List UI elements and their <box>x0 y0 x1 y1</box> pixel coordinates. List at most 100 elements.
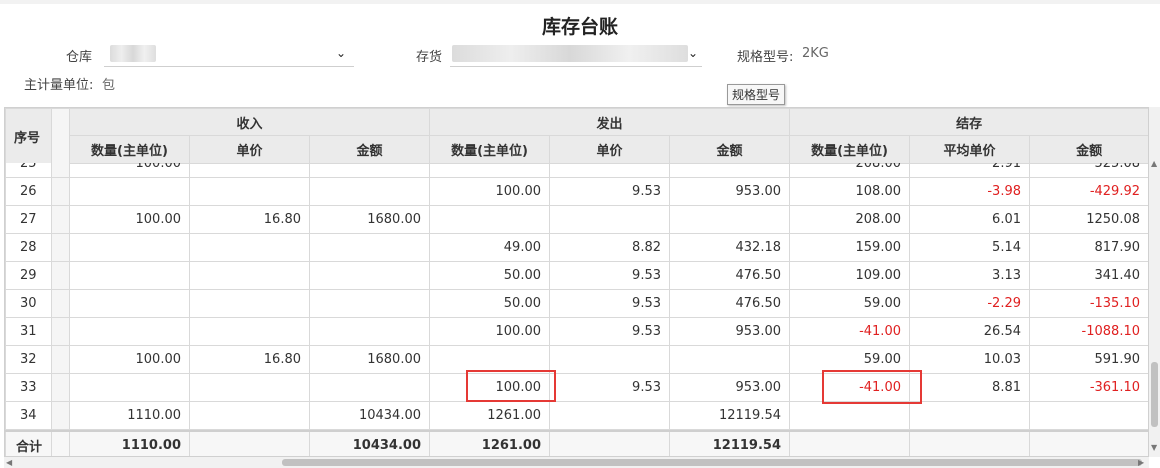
table-cell[interactable]: 108.00 <box>789 177 910 206</box>
table-cell[interactable]: 9.53 <box>549 373 670 402</box>
vertical-scroll-thumb[interactable] <box>1151 362 1158 427</box>
table-cell[interactable] <box>189 289 310 318</box>
scroll-right-icon[interactable]: ▶ <box>1138 458 1144 467</box>
table-cell[interactable] <box>549 205 670 234</box>
table-cell[interactable] <box>1029 430 1148 456</box>
table-cell[interactable]: -135.10 <box>1029 289 1148 318</box>
table-cell[interactable] <box>429 205 550 234</box>
table-cell[interactable] <box>69 177 190 206</box>
table-cell[interactable] <box>309 163 430 178</box>
table-cell[interactable] <box>309 261 430 290</box>
col-header-income-price[interactable]: 单价 <box>189 135 310 164</box>
table-cell[interactable] <box>669 163 790 178</box>
table-cell[interactable]: 49.00 <box>429 233 550 262</box>
table-cell[interactable] <box>189 430 310 456</box>
table-row[interactable]: 27 100.00 16.80 1680.00 208.00 6.01 1250.08 <box>5 205 1148 234</box>
table-cell[interactable]: 59.00 <box>789 289 910 318</box>
table-cell[interactable] <box>669 345 790 374</box>
table-cell[interactable] <box>309 317 430 346</box>
horizontal-scroll-thumb[interactable] <box>282 459 1142 466</box>
table-cell[interactable]: -429.92 <box>1029 177 1148 206</box>
table-cell[interactable]: -2.29 <box>909 289 1030 318</box>
col-header-bal-amount[interactable]: 金额 <box>1029 135 1148 164</box>
table-row[interactable]: 31 100.00 9.53 953.00 -41.00 26.54 -1088.10 <box>5 317 1148 346</box>
table-cell[interactable]: 100.00 <box>429 177 550 206</box>
col-header-bal-qty[interactable]: 数量(主单位) <box>789 135 911 164</box>
table-cell[interactable] <box>309 233 430 262</box>
table-cell[interactable]: -41.00 <box>789 317 910 346</box>
table-cell[interactable] <box>1029 401 1148 430</box>
table-cell[interactable]: 1110.00 <box>69 430 190 456</box>
table-cell[interactable]: 109.00 <box>789 261 910 290</box>
table-cell[interactable] <box>909 430 1030 456</box>
col-header-out-amount[interactable]: 金额 <box>669 135 791 164</box>
table-cell[interactable] <box>69 261 190 290</box>
table-cell[interactable] <box>189 373 310 402</box>
table-cell[interactable]: 100.00 <box>69 345 190 374</box>
table-cell[interactable]: 8.81 <box>909 373 1030 402</box>
table-cell[interactable]: 3.13 <box>909 261 1030 290</box>
table-cell[interactable]: 12119.54 <box>669 401 790 430</box>
table-cell[interactable]: 591.90 <box>1029 345 1148 374</box>
table-cell[interactable]: 100.00 <box>69 205 190 234</box>
table-cell[interactable]: 5.14 <box>909 233 1030 262</box>
col-header-income-qty[interactable]: 数量(主单位) <box>69 135 190 164</box>
table-cell[interactable]: 9.53 <box>549 177 670 206</box>
table-cell[interactable]: 26.54 <box>909 317 1030 346</box>
table-cell[interactable]: 432.18 <box>669 233 790 262</box>
table-cell[interactable]: 10.03 <box>909 345 1030 374</box>
table-cell[interactable] <box>669 205 790 234</box>
table-cell[interactable] <box>909 401 1030 430</box>
table-cell[interactable]: 50.00 <box>429 261 550 290</box>
table-row[interactable]: 32 100.00 16.80 1680.00 59.00 10.03 591.90 <box>5 345 1148 374</box>
table-cell[interactable] <box>549 345 670 374</box>
inventory-select[interactable]: ⌄ <box>450 42 702 67</box>
table-cell[interactable]: -361.10 <box>1029 373 1148 402</box>
table-cell[interactable]: 1261.00 <box>429 401 550 430</box>
table-cell[interactable] <box>69 289 190 318</box>
scroll-down-icon[interactable]: ▼ <box>1151 443 1157 452</box>
horizontal-scrollbar[interactable]: ◀ ▶ <box>4 457 1149 468</box>
col-header-bal-avgprice[interactable]: 平均单价 <box>909 135 1031 164</box>
table-cell[interactable] <box>549 163 670 178</box>
table-cell[interactable] <box>309 289 430 318</box>
col-header-out-qty[interactable]: 数量(主单位) <box>429 135 551 164</box>
table-cell[interactable]: 953.00 <box>669 317 790 346</box>
table-row[interactable]: 29 50.00 9.53 476.50 109.00 3.13 341.40 <box>5 261 1148 290</box>
table-cell[interactable]: 476.50 <box>669 289 790 318</box>
table-cell[interactable]: 1250.08 <box>1029 205 1148 234</box>
table-cell[interactable]: 953.00 <box>669 177 790 206</box>
table-cell[interactable]: 9.53 <box>549 317 670 346</box>
table-cell[interactable]: 9.53 <box>549 289 670 318</box>
table-cell[interactable]: 8.82 <box>549 233 670 262</box>
scroll-left-icon[interactable]: ◀ <box>6 458 12 467</box>
table-row[interactable]: 30 50.00 9.53 476.50 59.00 -2.29 -135.10 <box>5 289 1148 318</box>
table-cell[interactable]: 9.53 <box>549 261 670 290</box>
table-cell[interactable]: 50.00 <box>429 289 550 318</box>
table-cell[interactable] <box>69 233 190 262</box>
table-cell[interactable] <box>189 401 310 430</box>
table-body-viewport[interactable]: 25 100.00 208.00 2.91 525.08 26 100.00 9.53 953.… <box>5 163 1148 430</box>
table-cell[interactable]: 2.91 <box>909 163 1030 178</box>
table-cell[interactable] <box>789 430 910 456</box>
col-header-income-amount[interactable]: 金额 <box>308 135 431 164</box>
table-cell[interactable] <box>309 177 430 206</box>
table-row[interactable]: 33 100.00 9.53 953.00 -41.00 8.81 -361.10 <box>5 373 1148 402</box>
col-header-seq[interactable]: 序号 <box>5 108 52 164</box>
table-cell[interactable] <box>189 177 310 206</box>
table-cell[interactable] <box>189 317 310 346</box>
table-cell[interactable]: 525.08 <box>1029 163 1148 178</box>
table-row[interactable]: 34 1110.00 10434.00 1261.00 12119.54 <box>5 401 1148 430</box>
table-cell[interactable]: 10434.00 <box>309 401 430 430</box>
table-cell[interactable]: 1680.00 <box>309 205 430 234</box>
table-cell[interactable] <box>549 401 670 430</box>
table-cell[interactable]: 100.00 <box>429 317 550 346</box>
table-row[interactable]: 26 100.00 9.53 953.00 108.00 -3.98 -429.92 <box>5 177 1148 206</box>
table-cell[interactable]: 1110.00 <box>69 401 190 430</box>
table-cell[interactable] <box>789 401 910 430</box>
col-header-out-price[interactable]: 单价 <box>549 135 671 164</box>
table-cell[interactable] <box>189 233 310 262</box>
table-cell[interactable]: 6.01 <box>909 205 1030 234</box>
table-cell[interactable]: 341.40 <box>1029 261 1148 290</box>
table-cell[interactable]: 100.00 <box>69 163 190 178</box>
